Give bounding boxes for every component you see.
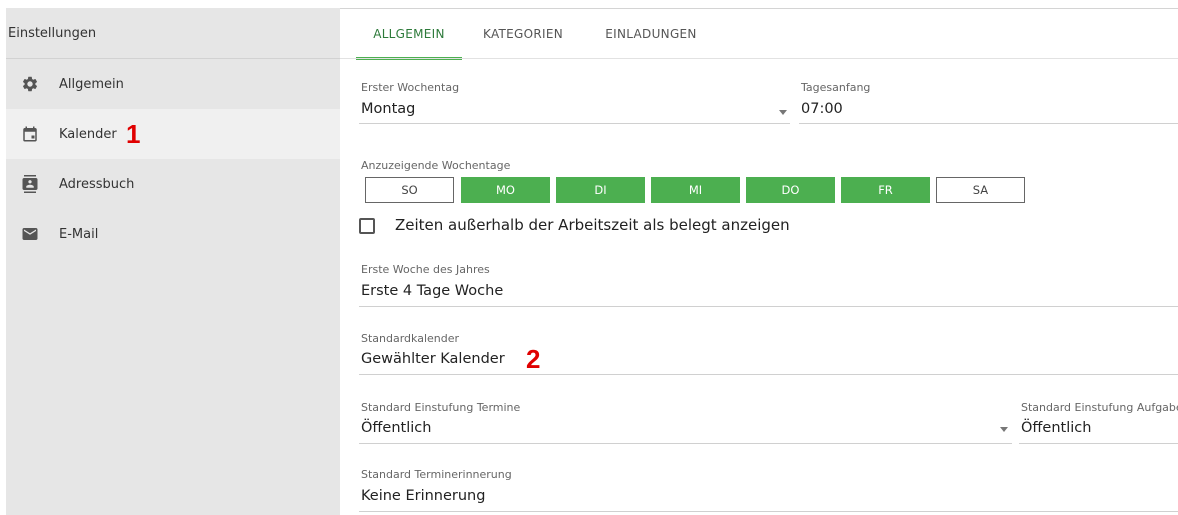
mail-icon: [21, 225, 39, 243]
reminder-select[interactable]: Keine Erinnerung: [361, 488, 485, 504]
first-week-label: Erste Woche des Jahres: [361, 263, 490, 276]
appointment-classification-underline: [359, 443, 1012, 444]
reminder-underline: [359, 511, 1178, 512]
weekday-toggle-di[interactable]: DI: [556, 177, 645, 203]
sidebar-item-label: E-Mail: [59, 226, 99, 242]
task-classification-underline: [1019, 443, 1178, 444]
first-week-underline: [359, 306, 1178, 307]
tab-einladungen[interactable]: EINLADUNGEN: [596, 9, 706, 59]
busy-outside-hours-checkbox[interactable]: [359, 218, 375, 234]
address-book-icon: [21, 175, 39, 193]
sidebar-item-label: Kalender: [59, 126, 117, 142]
first-weekday-label: Erster Wochentag: [361, 81, 460, 94]
tab-allgemein[interactable]: ALLGEMEIN: [356, 9, 462, 60]
annotation-marker-1: 1: [126, 119, 141, 149]
weekday-toggle-fr[interactable]: FR: [841, 177, 930, 203]
day-start-label: Tagesanfang: [801, 81, 871, 94]
sidebar-item-allgemein[interactable]: Allgemein: [6, 59, 340, 109]
default-calendar-select[interactable]: Gewählter Kalender: [361, 351, 505, 367]
first-weekday-underline: [359, 123, 790, 124]
settings-main-panel: ALLGEMEIN KATEGORIEN EINLADUNGEN: [340, 0, 1178, 515]
dropdown-arrow-icon[interactable]: [779, 110, 787, 115]
sidebar-title: Einstellungen: [8, 25, 97, 41]
first-week-select[interactable]: Erste 4 Tage Woche: [361, 283, 503, 299]
task-classification-label: Standard Einstufung Aufgaben: [1021, 401, 1178, 414]
appointment-classification-select[interactable]: Öffentlich: [361, 420, 431, 436]
calendar-icon: [21, 125, 39, 143]
day-start-field[interactable]: 07:00: [801, 101, 843, 117]
sidebar-item-label: Allgemein: [59, 76, 124, 92]
weekday-toggle-so[interactable]: SO: [365, 177, 454, 203]
gear-icon: [21, 75, 39, 93]
sidebar-item-label: Adressbuch: [59, 176, 135, 192]
default-calendar-underline: [359, 374, 1178, 375]
dropdown-arrow-icon[interactable]: [1000, 427, 1008, 432]
weekday-toggle-do[interactable]: DO: [746, 177, 835, 203]
tab-kategorien[interactable]: KATEGORIEN: [472, 9, 574, 59]
weekday-toggle-mo[interactable]: MO: [461, 177, 550, 203]
day-start-underline: [799, 123, 1178, 124]
default-calendar-label: Standardkalender: [361, 332, 460, 345]
weekday-toggle-mi[interactable]: MI: [651, 177, 740, 203]
tab-bar: ALLGEMEIN KATEGORIEN EINLADUNGEN: [340, 9, 1178, 60]
first-weekday-select[interactable]: Montag: [361, 101, 415, 117]
task-classification-select[interactable]: Öffentlich: [1021, 420, 1091, 436]
sidebar-item-email[interactable]: E-Mail: [6, 209, 340, 259]
reminder-label: Standard Terminerinnerung: [361, 468, 512, 481]
busy-outside-hours-label[interactable]: Zeiten außerhalb der Arbeitszeit als bel…: [395, 216, 790, 234]
sidebar-item-kalender[interactable]: Kalender: [6, 109, 340, 159]
tabs-divider: [340, 58, 1178, 59]
sidebar-item-adressbuch[interactable]: Adressbuch: [6, 159, 340, 209]
weekday-toggle-sa[interactable]: SA: [936, 177, 1025, 203]
appointment-classification-label: Standard Einstufung Termine: [361, 401, 521, 414]
weekdays-label: Anzuzeigende Wochentage: [361, 159, 511, 172]
settings-sidebar: Einstellungen Allgemein Kalender Adressb…: [6, 8, 340, 515]
